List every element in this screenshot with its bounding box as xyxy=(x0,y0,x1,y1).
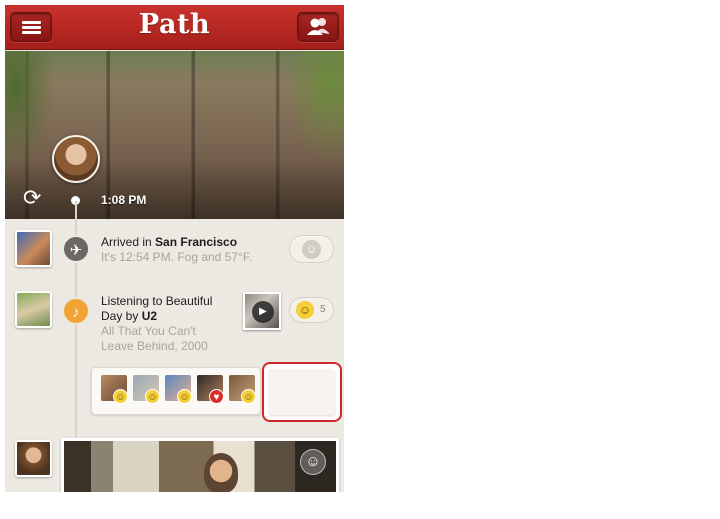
smiley-icon: ☺ xyxy=(113,389,128,404)
checkin-prefix: Arrived in xyxy=(101,235,156,249)
smiley-icon: ☺ xyxy=(296,301,314,319)
music-album: All That You Can't Leave Behind, 2000 xyxy=(101,324,208,353)
reaction-avatar[interactable]: ☺ xyxy=(165,375,192,404)
cover-decoration xyxy=(5,51,55,171)
music-line1: Listening to Beautiful xyxy=(101,294,213,308)
reactions-strip: ☺ ☺ ☺ ♥ ☺ xyxy=(91,367,261,415)
music-artist: U2 xyxy=(141,309,158,323)
music-line2-prefix: Day by xyxy=(101,309,142,323)
empty-slot-card xyxy=(269,369,335,415)
profile-avatar[interactable] xyxy=(52,135,100,183)
smiley-icon: ☺ xyxy=(302,240,321,259)
photo-user-avatar[interactable] xyxy=(15,440,52,477)
friends-icon xyxy=(307,18,329,35)
emotion-count: 5 xyxy=(320,304,326,315)
reaction-avatar[interactable]: ☺ xyxy=(101,375,128,404)
music-user-avatar[interactable] xyxy=(15,291,52,328)
play-icon[interactable]: ▶ xyxy=(252,301,274,323)
checkin-place: San Francisco xyxy=(155,235,238,249)
smiley-icon[interactable]: ☺ xyxy=(300,449,326,475)
cover-photo: ⟳ 1:08 PM xyxy=(5,51,344,219)
cover-decoration xyxy=(284,51,344,161)
friends-button[interactable] xyxy=(297,12,339,42)
emotion-count-button[interactable]: ☺ 5 xyxy=(289,297,334,323)
music-icon: ♪ xyxy=(62,297,90,325)
album-art[interactable]: ▶ xyxy=(243,292,281,330)
highlighted-empty-slot[interactable] xyxy=(262,362,342,422)
checkin-detail: It's 12:54 PM. Fog and 57°F. xyxy=(101,250,253,264)
emotion-button[interactable]: ☺ xyxy=(289,235,334,263)
app-title: Path xyxy=(138,9,211,40)
checkin-user-avatar[interactable] xyxy=(15,230,52,267)
checkin-entry[interactable]: Arrived in San Francisco It's 12:54 PM. … xyxy=(101,235,281,265)
smiley-icon: ☺ xyxy=(177,389,192,404)
reaction-avatar[interactable]: ☺ xyxy=(133,375,160,404)
reaction-avatar[interactable]: ☺ xyxy=(229,375,256,404)
refresh-icon[interactable]: ⟳ xyxy=(23,187,45,209)
smiley-icon: ☺ xyxy=(145,389,160,404)
photo-subject xyxy=(204,453,238,492)
music-entry[interactable]: Listening to Beautiful Day by U2 All Tha… xyxy=(101,294,231,354)
photo-moment[interactable]: ☺ xyxy=(61,438,339,492)
cover-time: 1:08 PM xyxy=(101,193,147,207)
path-app-screen: Path ⟳ 1:08 PM ✈ Arrived in San Francisc… xyxy=(5,5,344,492)
heart-icon: ♥ xyxy=(209,389,224,404)
airplane-icon: ✈ xyxy=(62,235,90,263)
top-nav-bar: Path xyxy=(5,5,344,50)
smiley-icon: ☺ xyxy=(241,389,256,404)
reaction-avatar[interactable]: ♥ xyxy=(197,375,224,404)
